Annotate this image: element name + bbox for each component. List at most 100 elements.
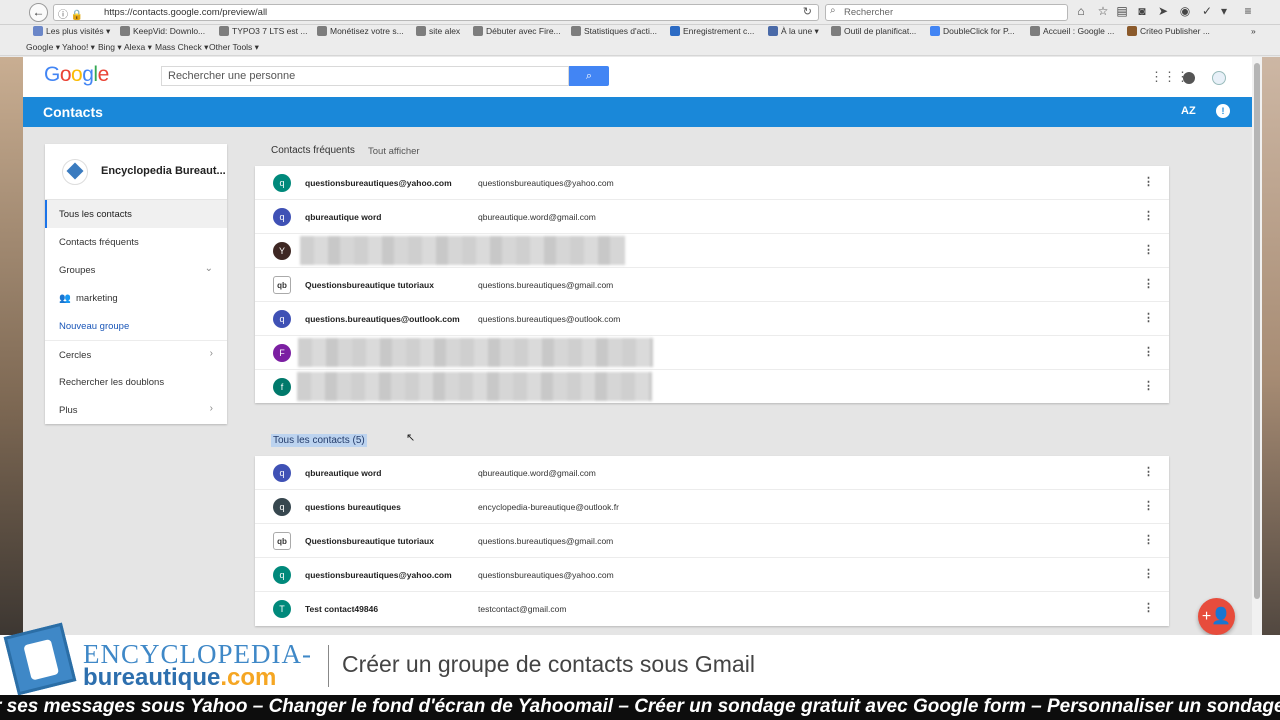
- contact-avatar: q: [273, 566, 291, 584]
- bookmark-favicon-icon: [831, 26, 841, 36]
- contact-name: qbureautique word: [305, 468, 382, 478]
- sidebar-item-label: Nouveau groupe: [59, 321, 130, 332]
- reload-icon[interactable]: ↻: [803, 5, 812, 18]
- person-search-input[interactable]: Rechercher une personne: [161, 66, 569, 86]
- page-scrollbar[interactable]: [1252, 57, 1262, 635]
- more-options-icon[interactable]: ⋮: [1143, 277, 1154, 290]
- apps-grid-icon[interactable]: ⋮⋮⋮: [1150, 68, 1189, 86]
- brand-name-line2: bureautique.com: [83, 664, 276, 692]
- bookmark-item[interactable]: Les plus visités ▾: [33, 26, 110, 37]
- more-options-icon[interactable]: ⋮: [1143, 499, 1154, 512]
- bookmark-item[interactable]: Criteo Publisher ...: [1127, 26, 1210, 36]
- bookmark-star-icon[interactable]: ☆: [1095, 4, 1111, 18]
- url-bar[interactable]: ⓘ 🔒 https://contacts.google.com/preview/…: [53, 4, 819, 21]
- extension-icon[interactable]: ◉: [1177, 4, 1193, 18]
- search-button[interactable]: ⌕: [569, 66, 609, 86]
- bookmark-item[interactable]: TYPO3 7 LTS est ...: [219, 26, 307, 36]
- bookmark-item[interactable]: Enregistrement c...: [670, 26, 754, 36]
- sidebar-item-frequent-contacts[interactable]: Contacts fréquents: [45, 228, 227, 256]
- desktop-background-left: [0, 57, 23, 635]
- more-options-icon[interactable]: ⋮: [1143, 601, 1154, 614]
- extension-menu-icon[interactable]: ▾: [1216, 4, 1232, 18]
- contact-avatar: F: [273, 344, 291, 362]
- sort-az-icon[interactable]: AZ: [1181, 105, 1196, 117]
- sidebar-item-groups[interactable]: Groupes ⌄: [45, 256, 227, 284]
- more-options-icon[interactable]: ⋮: [1143, 465, 1154, 478]
- menu-mass-check[interactable]: Mass Check ▾: [155, 42, 208, 53]
- send-icon[interactable]: ➤: [1155, 4, 1171, 18]
- menu-yahoo[interactable]: Yahoo! ▾: [62, 42, 95, 53]
- contact-avatar: Y: [273, 242, 291, 260]
- sidebar-item-group-marketing[interactable]: 👥 marketing: [45, 284, 227, 312]
- more-options-icon[interactable]: ⋮: [1143, 567, 1154, 580]
- contact-avatar: T: [273, 600, 291, 618]
- notifications-icon[interactable]: [1180, 68, 1198, 86]
- contact-row[interactable]: q questions bureautiques encyclopedia-bure…: [255, 490, 1169, 524]
- contact-row[interactable]: q questions.bureautiques@outlook.com quest…: [255, 302, 1169, 336]
- search-icon: ⌕: [585, 70, 593, 82]
- contact-row[interactable]: q questionsbureautiques@yahoo.com question…: [255, 558, 1169, 592]
- more-options-icon[interactable]: ⋮: [1143, 209, 1154, 222]
- sidebar-item-more[interactable]: Plus ›: [45, 396, 227, 424]
- contact-row[interactable]: q qbureautique word qbureautique.word@gmai…: [255, 456, 1169, 490]
- menu-alexa[interactable]: Alexa ▾: [124, 42, 152, 53]
- pocket-icon[interactable]: ◙: [1134, 4, 1150, 18]
- bookmark-item[interactable]: Accueil : Google ...: [1030, 26, 1114, 36]
- contact-row[interactable]: f ⋮: [255, 370, 1169, 404]
- bookmark-item[interactable]: DoubleClick for P...: [930, 26, 1015, 36]
- bookmarks-overflow-icon[interactable]: »: [1251, 26, 1256, 36]
- bookmark-item[interactable]: Statistiques d'acti...: [571, 26, 657, 36]
- contact-avatar: q: [273, 464, 291, 482]
- bookmark-item[interactable]: Débuter avec Fire...: [473, 26, 561, 36]
- extension-arrow-icon[interactable]: ✓: [1199, 4, 1215, 18]
- bookmark-item[interactable]: site alex: [416, 26, 460, 36]
- sidebar-item-label: marketing: [76, 293, 118, 304]
- feedback-icon[interactable]: !: [1216, 104, 1230, 118]
- sidebar-item-all-contacts[interactable]: Tous les contacts: [45, 200, 227, 228]
- browser-search-input[interactable]: ⌕ Rechercher: [825, 4, 1068, 21]
- sidebar: Encyclopedia Bureaut... Tous les contact…: [45, 144, 227, 424]
- menu-bing[interactable]: Bing ▾: [98, 42, 122, 53]
- news-ticker: r ses messages sous Yahoo – Changer le f…: [0, 695, 1280, 720]
- contact-row[interactable]: q qbureautique word qbureautique.word@gmai…: [255, 200, 1169, 234]
- contact-row[interactable]: Y ⋮: [255, 234, 1169, 268]
- menu-google[interactable]: Google ▾: [26, 42, 60, 53]
- more-options-icon[interactable]: ⋮: [1143, 243, 1154, 256]
- contact-row[interactable]: T Test contact49846 testcontact@gmail.com ⋮: [255, 592, 1169, 626]
- sidebar-item-circles[interactable]: Cercles ›: [45, 340, 227, 368]
- brand-name-tld: .com: [220, 664, 277, 691]
- contact-row[interactable]: q questionsbureautiques@yahoo.com question…: [255, 166, 1169, 200]
- bookmark-favicon-icon: [33, 26, 43, 36]
- redacted-contact-info: [300, 236, 625, 265]
- bookmark-item[interactable]: KeepVid: Downlo...: [120, 26, 205, 36]
- menu-other-tools[interactable]: Other Tools ▾: [209, 42, 259, 53]
- contact-avatar: qb: [273, 532, 291, 550]
- more-options-icon[interactable]: ⋮: [1143, 379, 1154, 392]
- more-options-icon[interactable]: ⋮: [1143, 311, 1154, 324]
- bookmark-item[interactable]: Outil de planificat...: [831, 26, 916, 36]
- sidebar-item-new-group[interactable]: Nouveau groupe: [45, 312, 227, 340]
- contact-name: Questionsbureautique tutoriaux: [305, 280, 434, 290]
- home-icon[interactable]: ⌂: [1073, 4, 1089, 18]
- contact-row[interactable]: F ⋮: [255, 336, 1169, 370]
- bookmarks-bar: Les plus visités ▾ KeepVid: Downlo... TY…: [0, 25, 1280, 41]
- bookmark-item[interactable]: À la une ▾: [768, 26, 819, 37]
- add-contact-button[interactable]: +👤: [1198, 598, 1235, 635]
- more-options-icon[interactable]: ⋮: [1143, 533, 1154, 546]
- contact-row[interactable]: qb Questionsbureautique tutoriaux question…: [255, 524, 1169, 558]
- scrollbar-thumb[interactable]: [1254, 63, 1260, 599]
- back-icon[interactable]: ←: [29, 3, 48, 22]
- hamburger-menu-icon[interactable]: ≡: [1240, 4, 1256, 18]
- more-options-icon[interactable]: ⋮: [1143, 175, 1154, 188]
- more-options-icon[interactable]: ⋮: [1143, 345, 1154, 358]
- account-avatar[interactable]: [1210, 68, 1228, 86]
- browser-search-placeholder: Rechercher: [844, 7, 894, 18]
- bookmark-item[interactable]: Monétisez votre s...: [317, 26, 404, 36]
- show-all-link[interactable]: Tout afficher: [368, 146, 420, 157]
- app-title: Contacts: [43, 104, 103, 120]
- google-logo[interactable]: Google: [44, 63, 109, 87]
- add-person-icon: +👤: [1201, 608, 1232, 625]
- reading-list-icon[interactable]: ▤: [1114, 4, 1130, 18]
- sidebar-item-find-duplicates[interactable]: Rechercher les doublons: [45, 368, 227, 396]
- contact-row[interactable]: qb Questionsbureautique tutoriaux question…: [255, 268, 1169, 302]
